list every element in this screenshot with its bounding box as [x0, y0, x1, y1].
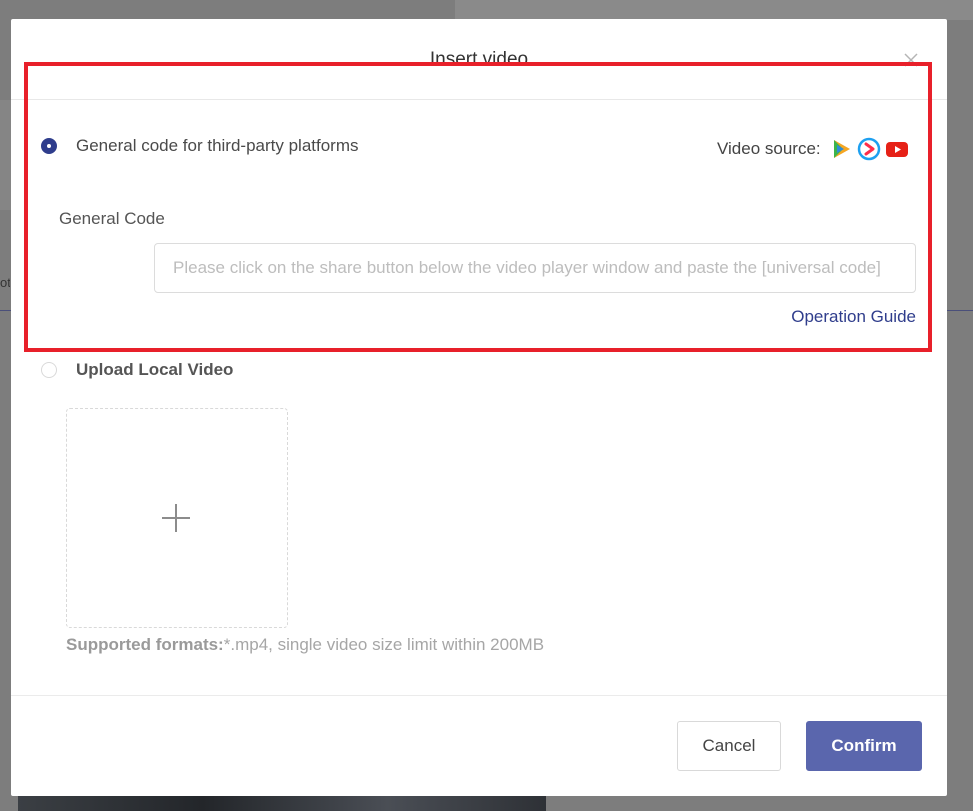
supported-formats-label: Supported formats:: [66, 635, 224, 654]
youtube-icon: [885, 142, 908, 157]
dialog-header: Insert video: [11, 19, 947, 100]
local-upload-radio[interactable]: [41, 362, 57, 378]
plus-icon: [162, 504, 190, 532]
operation-guide-link[interactable]: Operation Guide: [791, 307, 916, 327]
background-image: [18, 795, 546, 811]
video-source-label: Video source:: [717, 139, 821, 158]
video-source: Video source:: [717, 137, 909, 161]
background-panel: [455, 0, 973, 20]
third-party-option-label[interactable]: General code for third-party platforms: [76, 136, 359, 156]
third-party-radio[interactable]: [41, 138, 57, 154]
cancel-button[interactable]: Cancel: [677, 721, 781, 771]
upload-dropzone[interactable]: [66, 408, 288, 628]
dialog-title: Insert video: [429, 49, 529, 70]
footer-divider: [11, 695, 947, 696]
close-icon[interactable]: [900, 49, 922, 71]
insert-video-dialog: Insert video General code for third-part…: [11, 19, 947, 796]
general-code-input[interactable]: [154, 243, 916, 293]
supported-formats-text: *.mp4, single video size limit within 20…: [223, 635, 545, 654]
local-upload-option-label[interactable]: Upload Local Video: [76, 360, 233, 380]
screen: ot Insert video General code for third-p…: [0, 0, 973, 811]
tencent-video-icon: [833, 140, 850, 158]
background-text-fragment: ot: [0, 275, 10, 290]
youku-icon: [857, 137, 880, 161]
supported-formats: Supported formats:*.mp4, single video si…: [66, 635, 544, 655]
general-code-label: General Code: [59, 209, 165, 228]
confirm-button[interactable]: Confirm: [806, 721, 922, 771]
